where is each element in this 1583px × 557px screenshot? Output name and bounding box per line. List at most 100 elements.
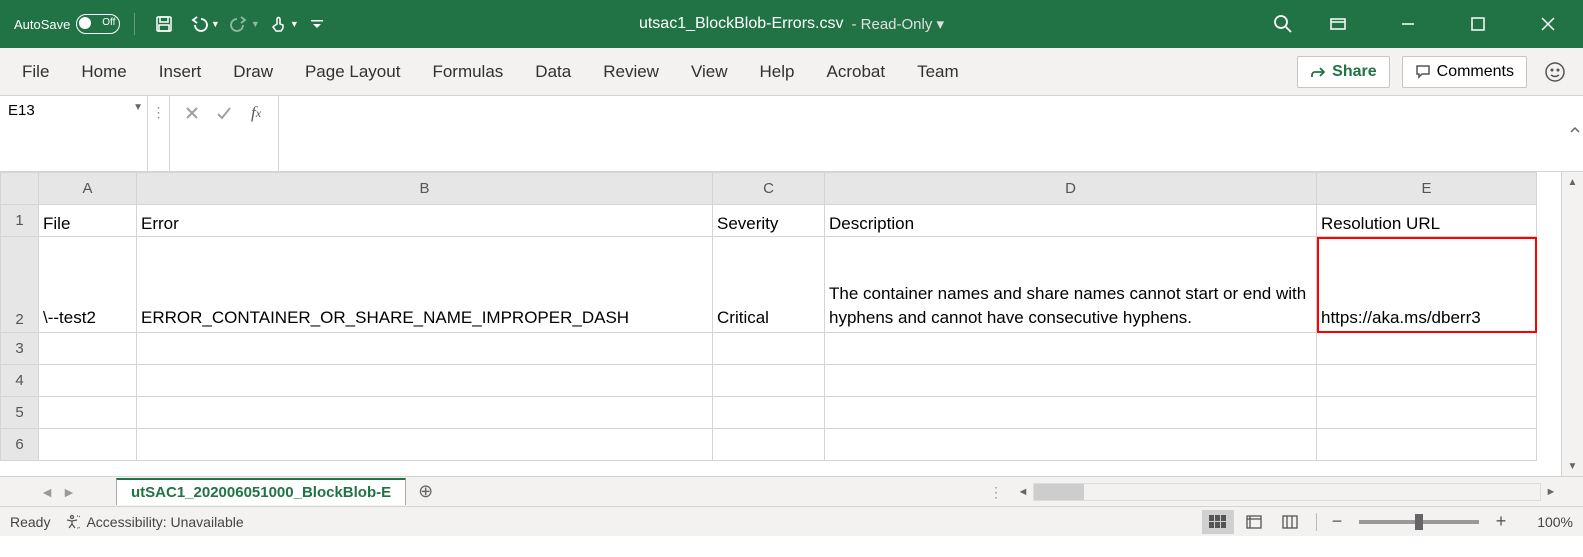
row-header-5[interactable]: 5 <box>1 397 39 429</box>
formula-input[interactable] <box>281 98 1581 169</box>
tab-help[interactable]: Help <box>744 54 811 90</box>
customize-qat-button[interactable] <box>307 8 327 40</box>
formula-bar-vdots[interactable]: ⋮ <box>148 96 170 171</box>
collapse-formula-bar-icon[interactable] <box>1569 124 1581 136</box>
readonly-indicator[interactable]: - Read-Only ▾ <box>851 15 944 33</box>
cell-D1[interactable]: Description <box>825 205 1317 237</box>
col-header-A[interactable]: A <box>39 173 137 205</box>
window-controls <box>1303 0 1583 48</box>
cell-B1[interactable]: Error <box>137 205 713 237</box>
touch-mode-button[interactable]: ▼ <box>267 8 301 40</box>
formula-buttons: fx <box>170 96 279 171</box>
tab-draw[interactable]: Draw <box>217 54 289 90</box>
close-button[interactable] <box>1513 0 1583 48</box>
zoom-in-button[interactable]: + <box>1491 511 1511 532</box>
sheet-tab-bar: ◄ ► utSAC1_202006051000_BlockBlob-E ⊕ ⋮ … <box>0 476 1583 506</box>
sheet-nav-next-icon[interactable]: ► <box>62 484 76 500</box>
view-page-layout-button[interactable] <box>1238 510 1270 534</box>
tab-formulas[interactable]: Formulas <box>416 54 519 90</box>
cell-D2[interactable]: The container names and share names cann… <box>825 237 1317 333</box>
filename-label: utsac1_BlockBlob-Errors.csv <box>639 15 844 33</box>
autosave-label: AutoSave <box>14 17 70 32</box>
status-ready: Ready <box>10 514 50 530</box>
hscroll-right-icon[interactable]: ► <box>1541 486 1561 498</box>
tab-team[interactable]: Team <box>901 54 975 90</box>
row-header-4[interactable]: 4 <box>1 365 39 397</box>
name-box[interactable]: ▼ <box>0 96 148 171</box>
share-button[interactable]: Share <box>1297 56 1389 88</box>
sheet-nav-prev-icon[interactable]: ◄ <box>40 484 54 500</box>
title-bar: AutoSave Off ▼ ▼ ▼ utsac1_BlockBlob-Erro… <box>0 0 1583 48</box>
tab-review[interactable]: Review <box>587 54 675 90</box>
redo-button[interactable]: ▼ <box>227 8 261 40</box>
maximize-button[interactable] <box>1443 0 1513 48</box>
row-header-2[interactable]: 2 <box>1 237 39 333</box>
minimize-button[interactable] <box>1373 0 1443 48</box>
row-6[interactable]: 6 <box>1 429 1537 461</box>
cell-C1[interactable]: Severity <box>713 205 825 237</box>
insert-function-button[interactable]: fx <box>242 100 270 126</box>
namebox-dropdown-icon[interactable]: ▼ <box>133 102 143 113</box>
view-normal-button[interactable] <box>1202 510 1234 534</box>
add-sheet-button[interactable]: ⊕ <box>406 481 445 502</box>
col-header-C[interactable]: C <box>713 173 825 205</box>
feedback-button[interactable] <box>1539 56 1571 88</box>
hscroll-left-icon[interactable]: ◄ <box>1013 486 1033 498</box>
tab-view[interactable]: View <box>675 54 744 90</box>
cell-E1[interactable]: Resolution URL <box>1317 205 1537 237</box>
scroll-down-icon[interactable]: ▼ <box>1562 456 1583 476</box>
vertical-scrollbar[interactable]: ▲ ▼ <box>1561 172 1583 476</box>
col-header-D[interactable]: D <box>825 173 1317 205</box>
formula-bar: ▼ ⋮ fx <box>0 96 1583 172</box>
row-header-1[interactable]: 1 <box>1 205 39 237</box>
save-button[interactable] <box>147 8 181 40</box>
col-header-E[interactable]: E <box>1317 173 1537 205</box>
zoom-slider[interactable] <box>1359 520 1479 524</box>
cell-A1[interactable]: File <box>39 205 137 237</box>
row-1[interactable]: 1 File Error Severity Description Resolu… <box>1 205 1537 237</box>
cell-C2[interactable]: Critical <box>713 237 825 333</box>
enter-formula-button[interactable] <box>210 100 238 126</box>
cell-grid[interactable]: A B C D E 1 File Error Severity Descript… <box>0 172 1537 461</box>
view-page-break-button[interactable] <box>1274 510 1306 534</box>
window-title: utsac1_BlockBlob-Errors.csv - Read-Only … <box>639 15 944 33</box>
tab-data[interactable]: Data <box>519 54 587 90</box>
search-button[interactable] <box>1273 0 1293 48</box>
accessibility-icon <box>64 514 80 530</box>
cell-B2[interactable]: ERROR_CONTAINER_OR_SHARE_NAME_IMPROPER_D… <box>137 237 713 333</box>
horizontal-scrollbar[interactable]: ⋮ ◄ ► <box>981 478 1561 506</box>
sheet-tab-active[interactable]: utSAC1_202006051000_BlockBlob-E <box>116 478 406 505</box>
formula-input-area[interactable] <box>279 96 1583 171</box>
cancel-formula-button[interactable] <box>178 100 206 126</box>
column-header-row[interactable]: A B C D E <box>1 173 1537 205</box>
col-header-B[interactable]: B <box>137 173 713 205</box>
status-bar: Ready Accessibility: Unavailable − + 100… <box>0 506 1583 536</box>
row-2[interactable]: 2 \--test2 ERROR_CONTAINER_OR_SHARE_NAME… <box>1 237 1537 333</box>
comments-button[interactable]: Comments <box>1402 56 1527 88</box>
zoom-level[interactable]: 100% <box>1523 514 1573 530</box>
tab-split-handle[interactable]: ⋮ <box>981 484 1013 501</box>
autosave-toggle[interactable]: Off <box>76 14 120 34</box>
undo-button[interactable]: ▼ <box>187 8 221 40</box>
cell-A2[interactable]: \--test2 <box>39 237 137 333</box>
tab-file[interactable]: File <box>6 54 65 90</box>
tab-insert[interactable]: Insert <box>143 54 218 90</box>
accessibility-status[interactable]: Accessibility: Unavailable <box>64 514 243 530</box>
tab-home[interactable]: Home <box>65 54 142 90</box>
row-header-3[interactable]: 3 <box>1 333 39 365</box>
row-4[interactable]: 4 <box>1 365 1537 397</box>
zoom-out-button[interactable]: − <box>1327 511 1347 532</box>
name-box-input[interactable] <box>8 100 139 119</box>
tab-acrobat[interactable]: Acrobat <box>810 54 901 90</box>
tab-page-layout[interactable]: Page Layout <box>289 54 416 90</box>
scroll-up-icon[interactable]: ▲ <box>1562 172 1583 192</box>
cell-E2[interactable]: https://aka.ms/dberr3 <box>1317 237 1537 333</box>
autosave-control[interactable]: AutoSave Off <box>0 14 130 34</box>
row-3[interactable]: 3 <box>1 333 1537 365</box>
ribbon-tabs: File Home Insert Draw Page Layout Formul… <box>0 48 1583 96</box>
row-header-6[interactable]: 6 <box>1 429 39 461</box>
sheet-nav-arrows[interactable]: ◄ ► <box>0 484 116 500</box>
row-5[interactable]: 5 <box>1 397 1537 429</box>
ribbon-display-button[interactable] <box>1303 0 1373 48</box>
select-all-button[interactable] <box>1 173 39 205</box>
